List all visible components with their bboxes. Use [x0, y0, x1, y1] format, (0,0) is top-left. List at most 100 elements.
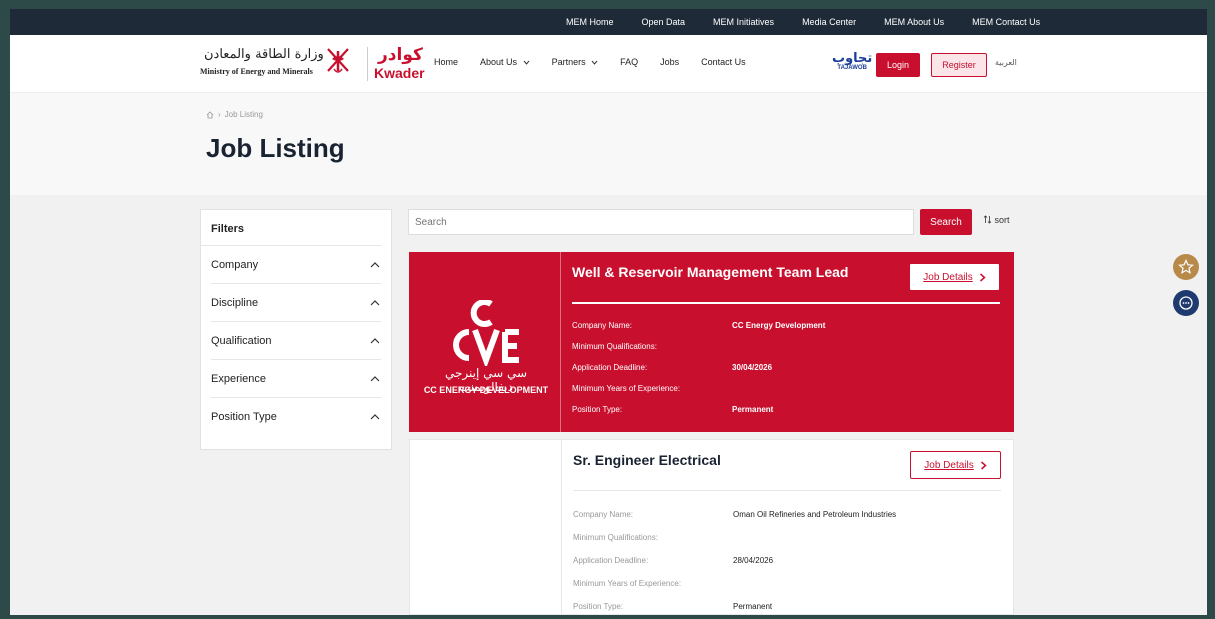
- chevron-right-icon: [980, 460, 987, 470]
- company-logo-text: سي سي إينرجي ديفالوبمنت CC ENERGY DEVELO…: [419, 298, 553, 408]
- breadcrumb: › Job Listing: [206, 110, 263, 119]
- kwader-logo[interactable]: كوادر Kwader: [372, 45, 425, 83]
- job-title[interactable]: Sr. Engineer Electrical: [573, 452, 721, 468]
- ministry-logo-arabic: وزارة الطاقة والمعادن: [204, 47, 324, 62]
- job-card: سي سي إينرجي ديفالوبمنت CC ENERGY DEVELO…: [409, 252, 1014, 432]
- company-logo-box: سي سي إينرجي ديفالوبمنت CC ENERGY DEVELO…: [409, 252, 561, 432]
- nav-partners[interactable]: Partners: [552, 57, 599, 67]
- job-fields: Company Name: CC Energy Development Mini…: [572, 315, 1002, 420]
- field-deadline: Application Deadline: 30/04/2026: [572, 357, 1002, 378]
- browser-viewport: MEM Home Open Data MEM Initiatives Media…: [10, 9, 1207, 615]
- page-title: Job Listing: [206, 133, 345, 163]
- field-experience: Minimum Years of Experience:: [572, 378, 1002, 399]
- filter-label: Company: [211, 258, 259, 271]
- kwader-logo-arabic: كوادر: [378, 45, 423, 65]
- field-label: Position Type:: [572, 405, 623, 414]
- chevron-down-icon: [523, 60, 529, 65]
- field-value: 30/04/2026: [732, 363, 773, 372]
- filter-label: Qualification: [211, 334, 272, 347]
- topbar-link-mem-about-us[interactable]: MEM About Us: [884, 17, 944, 27]
- field-qualifications: Minimum Qualifications:: [573, 526, 1003, 549]
- logo-divider: [367, 47, 368, 81]
- field-deadline: Application Deadline: 28/04/2026: [573, 549, 1003, 572]
- breadcrumb-separator: ›: [218, 110, 221, 119]
- field-experience: Minimum Years of Experience:: [573, 572, 1003, 595]
- job-details-label: Job Details: [923, 271, 973, 283]
- filter-qualification[interactable]: Qualification: [211, 322, 381, 360]
- tajawob-logo[interactable]: تجاوب TAJAWOB: [832, 49, 872, 71]
- job-fields: Company Name: Oman Oil Refineries and Pe…: [573, 503, 1003, 615]
- field-label: Position Type:: [573, 602, 624, 611]
- filter-label: Experience: [211, 372, 267, 385]
- filter-company[interactable]: Company: [211, 246, 381, 284]
- field-position-type: Position Type: Permanent: [573, 595, 1003, 615]
- chat-icon: [1179, 296, 1193, 310]
- chevron-up-icon: [370, 261, 380, 267]
- home-icon[interactable]: [206, 110, 214, 119]
- field-label: Company Name:: [572, 321, 633, 330]
- filter-discipline[interactable]: Discipline: [211, 284, 381, 322]
- company-logo-english: CC ENERGY DEVELOPMENT: [423, 385, 549, 395]
- tajawob-logo-arabic: تجاوب: [832, 51, 873, 66]
- breadcrumb-current: Job Listing: [224, 110, 263, 119]
- field-label: Minimum Years of Experience:: [572, 384, 681, 393]
- topbar-link-mem-contact-us[interactable]: MEM Contact Us: [972, 17, 1040, 27]
- topbar-link-mem-initiatives[interactable]: MEM Initiatives: [713, 17, 774, 27]
- chevron-up-icon: [370, 375, 380, 381]
- primary-nav: Home About Us Partners FAQ Jobs Contact …: [434, 57, 768, 67]
- login-button[interactable]: Login: [876, 53, 920, 77]
- job-title[interactable]: Well & Reservoir Management Team Lead: [572, 264, 848, 280]
- field-qualifications: Minimum Qualifications:: [572, 336, 1002, 357]
- nav-faq[interactable]: FAQ: [620, 57, 638, 67]
- nav-jobs[interactable]: Jobs: [660, 57, 679, 67]
- tajawob-logo-english: TAJAWOB: [837, 65, 867, 71]
- field-company: Company Name: CC Energy Development: [572, 315, 1002, 336]
- nav-contact-us[interactable]: Contact Us: [701, 57, 746, 67]
- field-label: Application Deadline:: [573, 556, 649, 565]
- job-details-button[interactable]: Job Details: [910, 451, 1001, 479]
- chevron-down-icon: [591, 60, 598, 65]
- page-hero: › Job Listing Job Listing: [10, 93, 1207, 195]
- job-details-button[interactable]: Job Details: [909, 263, 1000, 291]
- nav-about-us[interactable]: About Us: [480, 57, 530, 67]
- chevron-up-icon: [370, 299, 380, 305]
- filter-label: Position Type: [211, 411, 277, 423]
- job-card: Sr. Engineer Electrical Job Details Comp…: [409, 439, 1014, 615]
- language-switch[interactable]: العربية: [995, 58, 1017, 67]
- company-logo-box: [410, 440, 562, 614]
- oman-emblem-icon: [327, 48, 349, 73]
- field-value: Permanent: [732, 405, 774, 414]
- field-label: Application Deadline:: [572, 363, 648, 372]
- filters-title: Filters: [201, 210, 381, 246]
- nav-partners-label: Partners: [551, 57, 586, 67]
- field-value: CC Energy Development: [732, 321, 826, 330]
- chat-button[interactable]: [1173, 290, 1199, 316]
- ministry-logo[interactable]: وزارة الطاقة والمعادن Ministry of Energy…: [200, 45, 360, 85]
- register-button[interactable]: Register: [931, 53, 987, 77]
- search-input[interactable]: [415, 216, 913, 228]
- top-utility-bar: MEM Home Open Data MEM Initiatives Media…: [10, 9, 1207, 35]
- filter-position-type[interactable]: Position Type: [211, 398, 381, 436]
- topbar-link-mem-home[interactable]: MEM Home: [566, 17, 614, 27]
- card-divider: [573, 490, 1001, 491]
- field-label: Minimum Qualifications:: [573, 533, 658, 542]
- topbar-link-open-data[interactable]: Open Data: [642, 17, 686, 27]
- field-value: Permanent: [733, 602, 773, 611]
- favorite-button[interactable]: [1173, 254, 1199, 280]
- nav-home[interactable]: Home: [434, 57, 458, 67]
- filter-experience[interactable]: Experience: [211, 360, 381, 398]
- sort-button[interactable]: sort: [983, 215, 1010, 225]
- filter-label: Discipline: [211, 296, 259, 309]
- nav-about-us-label: About Us: [480, 57, 518, 67]
- job-details-label: Job Details: [924, 459, 974, 471]
- chevron-up-icon: [370, 414, 380, 420]
- search-button[interactable]: Search: [920, 209, 972, 235]
- field-company: Company Name: Oman Oil Refineries and Pe…: [573, 503, 1003, 526]
- sort-label: sort: [994, 215, 1010, 225]
- topbar-link-media-center[interactable]: Media Center: [802, 17, 856, 27]
- kwader-logo-english: Kwader: [374, 65, 425, 81]
- job-listing-content: Filters Company Discipline Qualification…: [10, 195, 1207, 615]
- field-label: Company Name:: [573, 510, 634, 519]
- search-box: [408, 209, 914, 235]
- chevron-right-icon: [979, 272, 986, 282]
